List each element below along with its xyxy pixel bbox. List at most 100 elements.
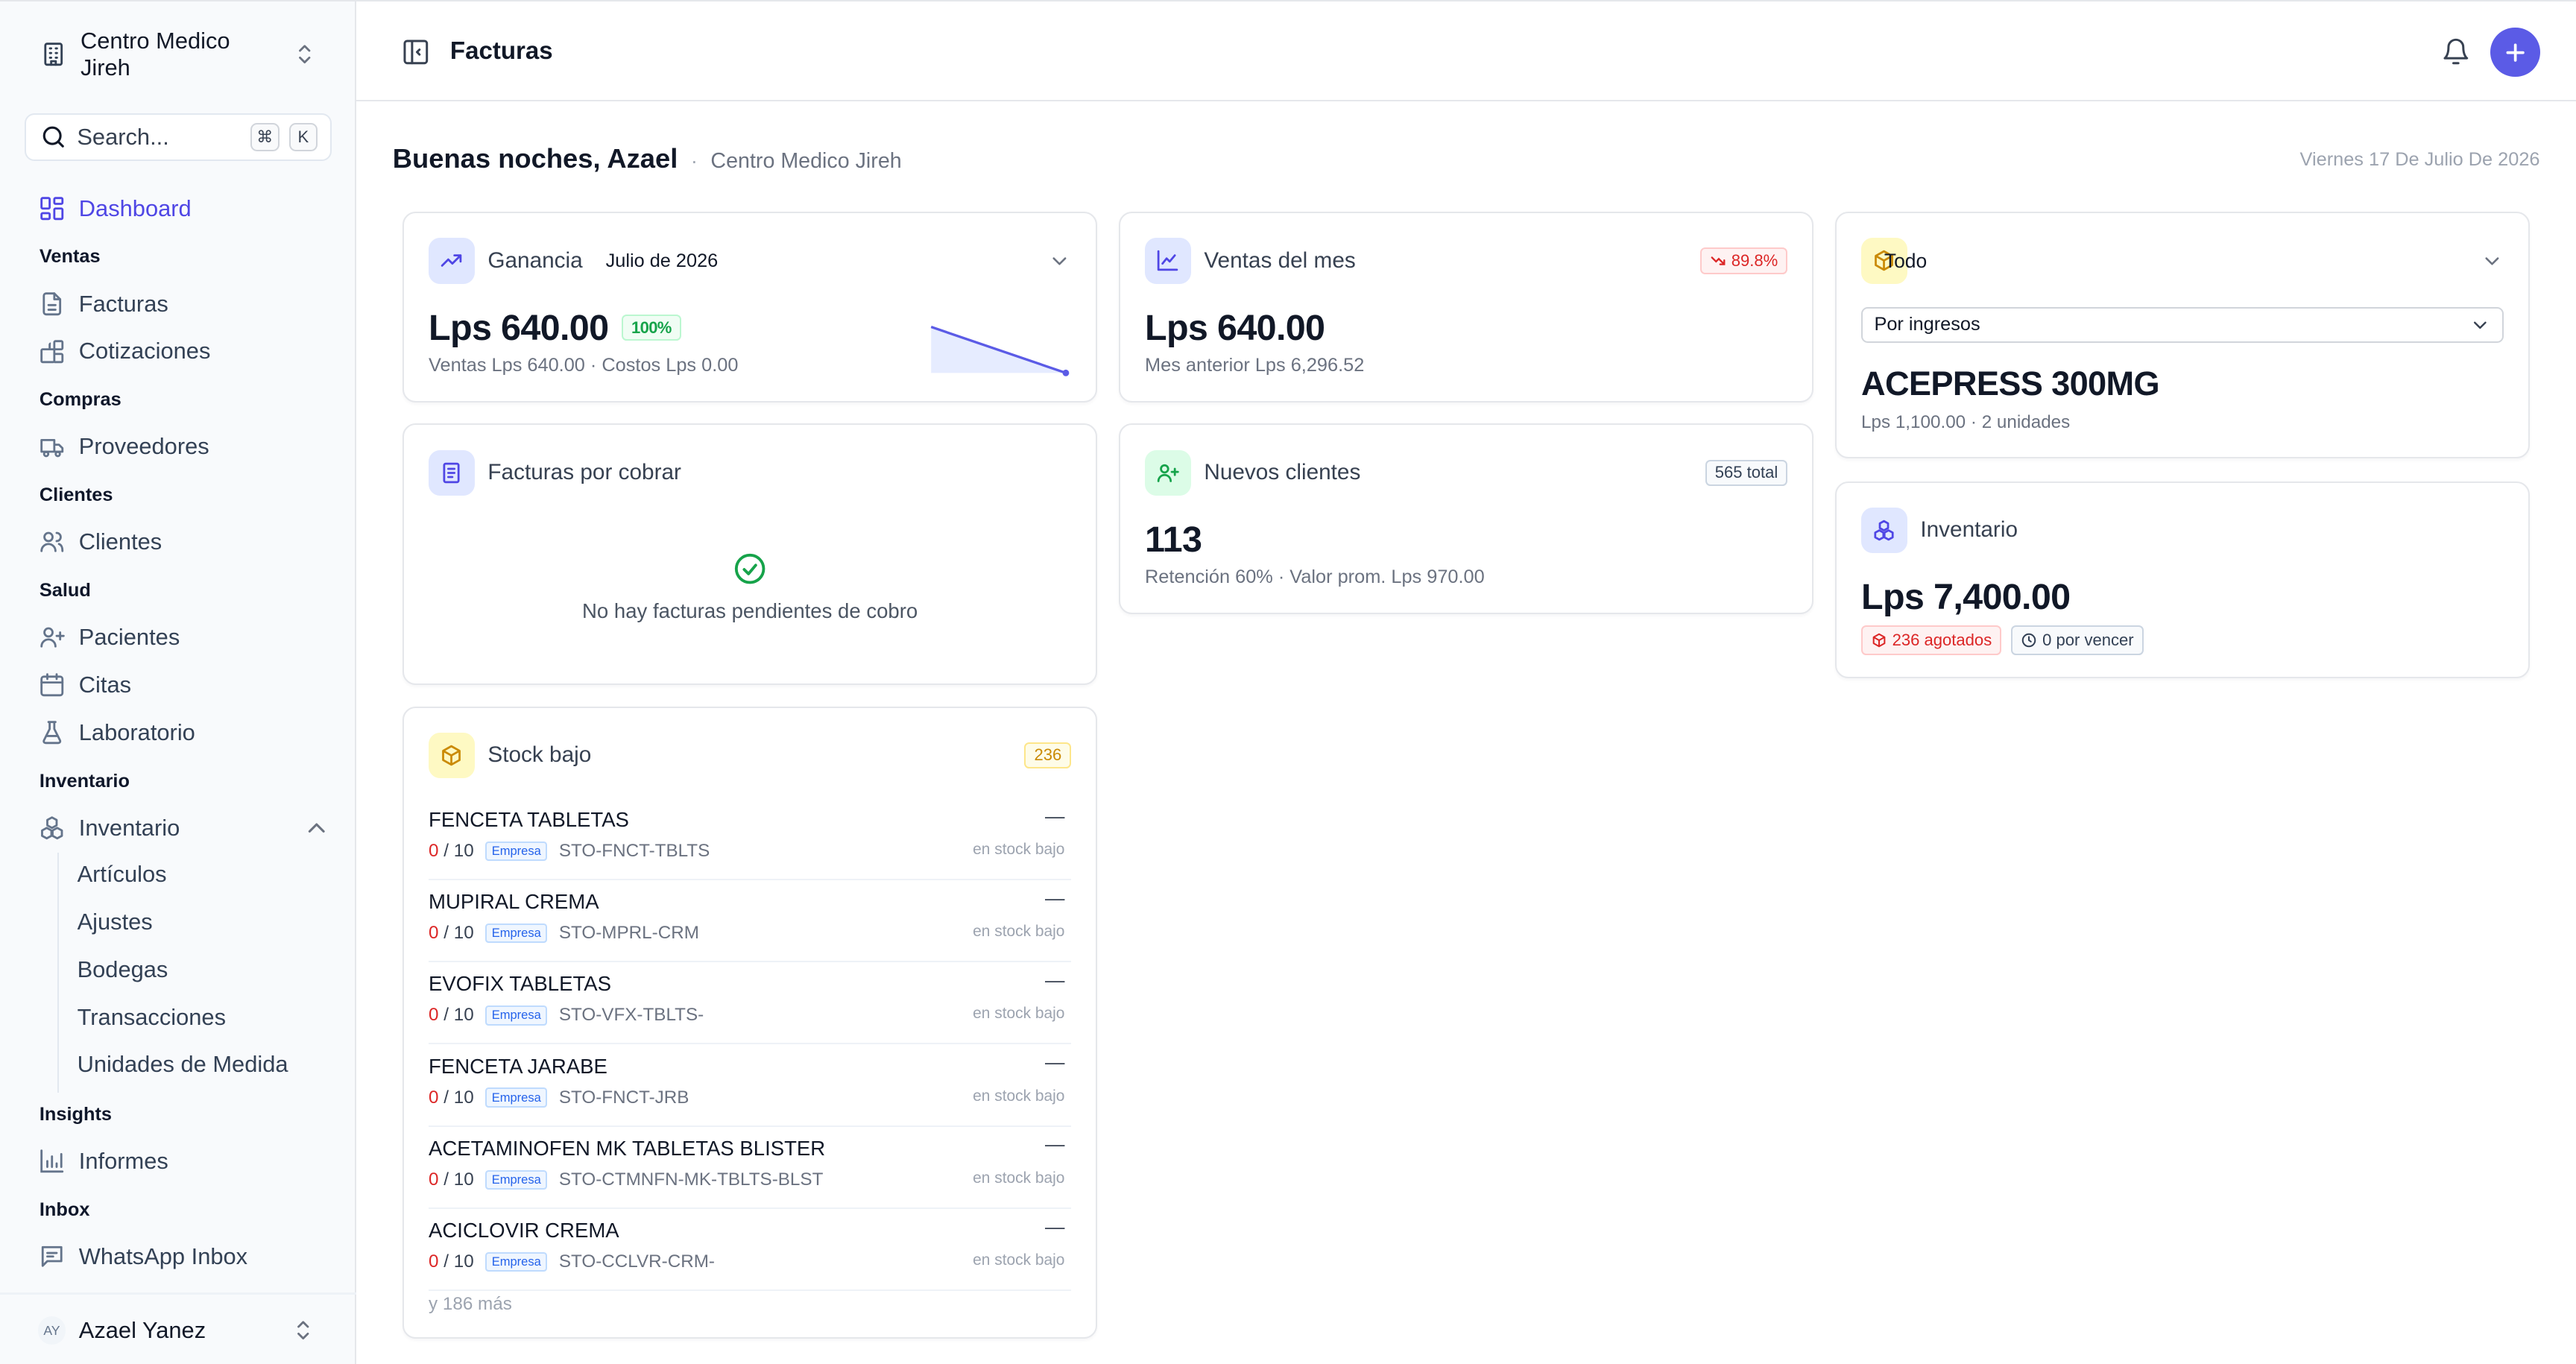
stock-item-dash: — — [1045, 886, 1065, 909]
group-salud: Salud — [39, 579, 91, 601]
nuevos-clientes-card: Nuevos clientes 565 total 113 Retención … — [1118, 423, 1814, 615]
clock-icon — [2022, 633, 2036, 648]
sidebar-subitem-transacciones[interactable]: Transacciones — [78, 1004, 226, 1031]
stock-qty-current: 0 — [429, 1251, 439, 1272]
sidebar-item-clientes[interactable]: Clientes — [38, 524, 330, 560]
sidebar-item-label: WhatsApp Inbox — [78, 1243, 248, 1269]
stock-item[interactable]: ACICLOVIR CREMA 0 / 10 Empresa STO-CCLVR-CR… — [429, 1209, 1072, 1291]
sidebar-item-label: Dashboard — [78, 195, 192, 221]
stock-qty-current: 0 — [429, 1005, 439, 1026]
stock-qty-max: / 10 — [443, 841, 474, 862]
stock-item-code: STO-VFX-TBLTS- — [558, 1005, 704, 1026]
stock-item[interactable]: MUPIRAL CREMA 0 / 10 Empresa STO-MPRL-CRM — e… — [429, 880, 1072, 963]
ganancia-sparkline — [930, 325, 1070, 376]
sidebar-item-citas[interactable]: Citas — [38, 667, 330, 703]
chevron-down-icon — [2469, 315, 2491, 336]
chevron-down-icon[interactable] — [2481, 250, 2504, 273]
sort-select[interactable]: Por ingresos — [1861, 306, 2504, 344]
por-vencer-label: 0 por vencer — [2042, 631, 2134, 650]
sidebar-subitem-articulos[interactable]: Artículos — [78, 861, 167, 888]
ganancia-title: Ganancia — [487, 248, 583, 273]
sidebar-item-label: Cotizaciones — [78, 338, 211, 364]
org-switcher[interactable]: Centro Medico Jireh — [40, 28, 319, 80]
stock-item-dash: — — [1045, 968, 1065, 991]
group-clientes: Clientes — [39, 484, 113, 505]
ganancia-detail: Ventas Lps 640.00 · Costos Lps 0.00 — [429, 354, 739, 376]
stock-item-status: en stock bajo — [973, 1087, 1065, 1105]
sidebar-item-dashboard[interactable]: Dashboard — [38, 190, 330, 226]
building-icon — [40, 40, 67, 68]
stock-item-status: en stock bajo — [973, 1005, 1065, 1023]
sparkline-point — [1062, 369, 1070, 376]
empresa-tag: Empresa — [485, 841, 548, 862]
stock-item[interactable]: FENCETA TABLETAS 0 / 10 Empresa STO-FNCT-TB… — [429, 798, 1072, 880]
greeting-text: Buenas noches, Azael — [392, 142, 678, 174]
ventas-mes-detail: Mes anterior Lps 6,296.52 — [1145, 354, 1365, 376]
bar-chart-icon — [38, 1147, 66, 1175]
stock-qty-max: / 10 — [443, 1169, 474, 1190]
group-insights: Insights — [39, 1103, 112, 1125]
sidebar-item-cotizaciones[interactable]: Cotizaciones — [38, 333, 330, 369]
group-compras: Compras — [39, 389, 121, 411]
more-items-text: y 186 más — [429, 1294, 512, 1315]
sidebar-item-whatsapp[interactable]: WhatsApp Inbox — [38, 1239, 330, 1275]
search-input[interactable]: Search... ⌘ K — [25, 113, 332, 161]
org-name: Centro Medico Jireh — [80, 27, 230, 80]
sidebar-subitem-bodegas[interactable]: Bodegas — [78, 956, 168, 983]
ganancia-amount: Lps 640.00 — [429, 307, 609, 348]
stock-item-meta: 0 / 10 Empresa STO-FNCT-JRB — [429, 1087, 689, 1108]
sidebar-item-informes[interactable]: Informes — [38, 1143, 330, 1179]
stock-item-code: STO-CTMNFN-MK-TBLTS-BLST — [558, 1169, 824, 1190]
ganancia-badge: 100% — [622, 315, 681, 341]
bell-icon[interactable] — [2441, 37, 2471, 67]
stock-item-status: en stock bajo — [973, 1251, 1065, 1269]
sidebar-item-pacientes[interactable]: Pacientes — [38, 619, 330, 655]
search-icon — [40, 123, 67, 151]
stock-qty: 0 / 10 — [429, 1005, 474, 1026]
empty-state-text: No hay facturas pendientes de cobro — [582, 599, 918, 623]
trending-up-icon — [429, 238, 475, 284]
sidebar-subitem-unidades[interactable]: Unidades de Medida — [78, 1051, 288, 1078]
chevron-down-icon[interactable] — [1048, 250, 1071, 273]
avatar: AY — [37, 1316, 66, 1345]
layout-grid-icon — [38, 195, 66, 222]
file-text-icon — [38, 290, 66, 318]
empresa-tag: Empresa — [485, 1251, 548, 1272]
stock-item-meta: 0 / 10 Empresa STO-CTMNFN-MK-TBLTS-BLST — [429, 1169, 823, 1190]
greeting-org: Centro Medico Jireh — [710, 148, 902, 173]
sidebar-item-label: Inventario — [78, 814, 180, 841]
stock-item-dash: — — [1045, 804, 1065, 827]
stock-qty-current: 0 — [429, 923, 439, 944]
sidebar-item-proveedores[interactable]: Proveedores — [38, 429, 330, 464]
stock-item[interactable]: ACETAMINOFEN MK TABLETAS BLISTER 0 / 10 Em… — [429, 1127, 1072, 1209]
stock-item-meta: 0 / 10 Empresa STO-MPRL-CRM — [429, 923, 699, 944]
sidebar-item-facturas[interactable]: Facturas — [38, 285, 330, 321]
add-button[interactable] — [2490, 28, 2540, 78]
user-menu[interactable]: AY Azael Yanez — [37, 1313, 318, 1348]
empresa-tag: Empresa — [485, 1169, 548, 1190]
stock-qty: 0 / 10 — [429, 1251, 474, 1272]
stock-item-code: STO-CCLVR-CRM- — [558, 1251, 715, 1272]
inventario-card: Inventario Lps 7,400.00 236 agotados 0 p… — [1834, 481, 2531, 679]
line-chart-icon — [1145, 238, 1191, 284]
stock-item[interactable]: FENCETA JARABE 0 / 10 Empresa STO-FNCT-JRB —… — [429, 1044, 1072, 1127]
sidebar-item-inventario[interactable]: Inventario — [38, 809, 330, 845]
agotados-badge: 236 agotados — [1861, 625, 2002, 656]
stock-qty: 0 / 10 — [429, 1169, 474, 1190]
stock-item-status: en stock bajo — [973, 1169, 1065, 1187]
sidebar-item-label: Facturas — [78, 290, 168, 317]
sidebar-toggle-icon[interactable] — [401, 37, 431, 67]
truck-icon — [38, 433, 66, 461]
ventas-mes-amount: Lps 640.00 — [1145, 307, 1325, 348]
sidebar-item-laboratorio[interactable]: Laboratorio — [38, 715, 330, 751]
flask-icon — [38, 719, 66, 746]
group-inventario: Inventario — [39, 770, 130, 792]
stock-qty-current: 0 — [429, 841, 439, 862]
sidebar-subitem-ajustes[interactable]: Ajustes — [78, 909, 153, 935]
users-icon — [38, 528, 66, 555]
stock-qty: 0 / 10 — [429, 841, 474, 862]
ventas-mes-title: Ventas del mes — [1204, 248, 1356, 273]
sidebar-item-label: Informes — [78, 1148, 168, 1175]
stock-item[interactable]: EVOFIX TABLETAS 0 / 10 Empresa STO-VFX-TBLT… — [429, 962, 1072, 1045]
sidebar-item-label: Laboratorio — [78, 719, 195, 745]
